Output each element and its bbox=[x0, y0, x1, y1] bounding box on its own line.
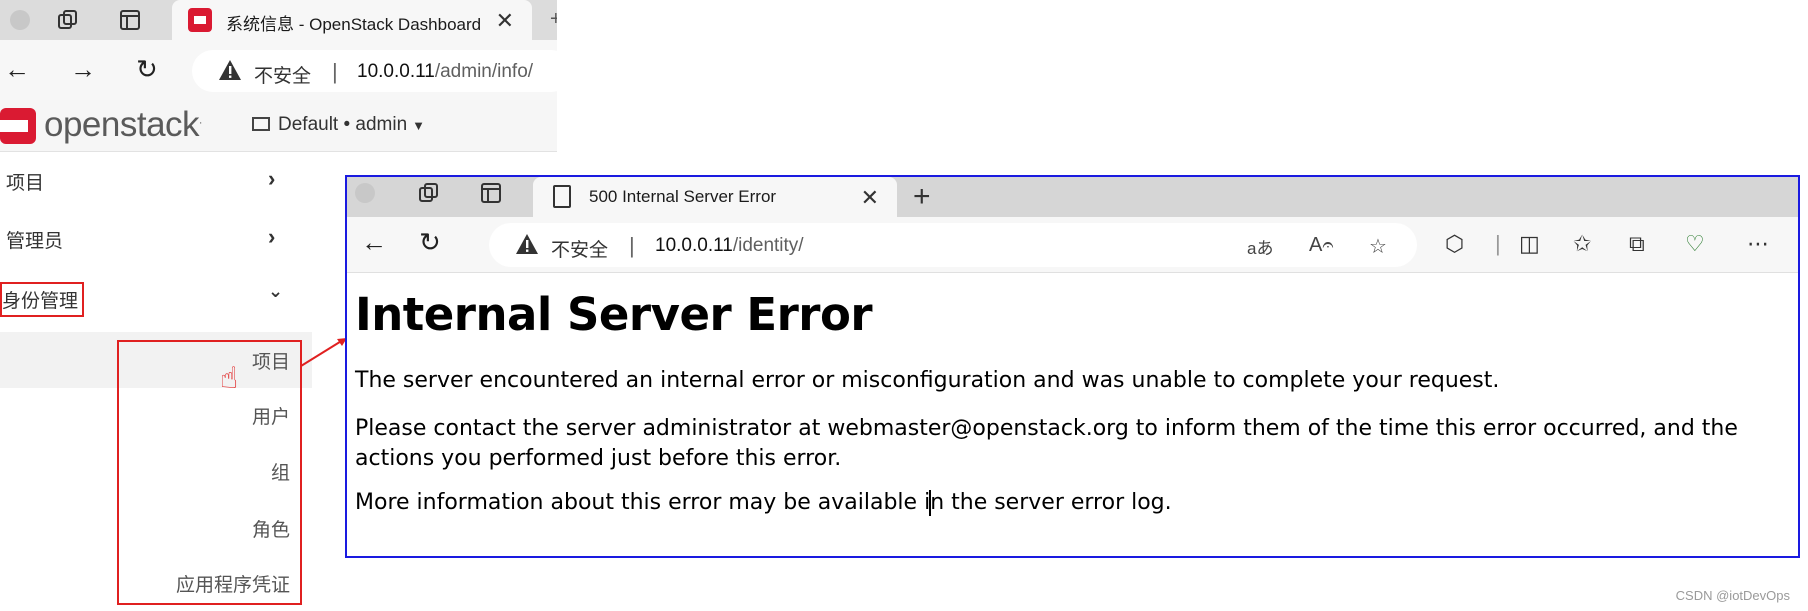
favorite-star-icon[interactable]: ☆ bbox=[1369, 234, 1387, 259]
back-button[interactable]: ← bbox=[361, 227, 387, 258]
sidebar-item-identity[interactable]: 身份管理 ⌄ bbox=[0, 269, 312, 325]
openstack-logo-text[interactable]: openstack. bbox=[44, 105, 202, 145]
tab-system-info[interactable]: 系统信息 - OpenStack Dashboard ✕ bbox=[172, 0, 532, 40]
more-menu-icon[interactable]: ⋯ bbox=[1747, 231, 1769, 257]
tab-title: 500 Internal Server Error bbox=[589, 187, 777, 206]
highlight-box-submenu bbox=[117, 340, 302, 605]
project-list-icon bbox=[252, 117, 270, 131]
tab-error[interactable]: 500 Internal Server Error ✕ bbox=[533, 177, 897, 217]
insecure-label: 不安全 bbox=[551, 240, 609, 261]
watermark: CSDN @iotDevOps bbox=[1675, 588, 1790, 603]
warning-icon[interactable] bbox=[218, 59, 242, 81]
translate-icon[interactable]: aあ bbox=[1247, 234, 1273, 259]
sidebar-item-admin[interactable]: 管理员 › bbox=[0, 211, 312, 267]
collections-icon[interactable]: ⧉ bbox=[1629, 231, 1645, 257]
error-paragraph-2: Please contact the server administrator … bbox=[355, 416, 1738, 471]
url-separator: | bbox=[629, 233, 635, 258]
close-tab-icon[interactable]: ✕ bbox=[496, 8, 514, 34]
url-separator: | bbox=[332, 59, 338, 84]
chevron-down-icon: ⌄ bbox=[268, 281, 284, 301]
sidebar-item-label: 身份管理 bbox=[0, 282, 85, 317]
profile-icon[interactable] bbox=[353, 181, 377, 205]
forward-button[interactable]: → bbox=[70, 54, 96, 85]
address-field[interactable]: 不安全 | 10.0.0.11/identity/ aあ A𝄐 ☆ bbox=[489, 223, 1417, 267]
error-paragraph-3: More information about this error may be… bbox=[355, 490, 1172, 516]
caret-down-icon: ▼ bbox=[412, 118, 426, 133]
split-screen-icon[interactable]: ◫ bbox=[1519, 231, 1540, 257]
url-text: 10.0.0.11/identity/ bbox=[655, 235, 804, 256]
left-address-bar: ← → ↻ 不安全 | 10.0.0.11/admin/info/ bbox=[0, 40, 557, 100]
close-tab-icon[interactable]: ✕ bbox=[861, 185, 879, 211]
openstack-header: openstack. Default • admin ▼ bbox=[0, 100, 557, 152]
sidebar-item-label: 项目 bbox=[6, 173, 45, 194]
url-text: 10.0.0.11/admin/info/ bbox=[357, 61, 534, 82]
address-field[interactable]: 不安全 | 10.0.0.11/admin/info/ bbox=[192, 50, 557, 92]
hand-pointer-icon: ☝ bbox=[220, 362, 239, 395]
openstack-favicon-icon bbox=[188, 8, 212, 32]
left-tab-bar: 系统信息 - OpenStack Dashboard ✕ + bbox=[0, 0, 557, 40]
chevron-right-icon: › bbox=[268, 224, 276, 249]
profile-icon[interactable] bbox=[8, 8, 32, 32]
workspaces-icon[interactable] bbox=[56, 8, 80, 32]
error-browser-window: 500 Internal Server Error ✕ + ← ↻ 不安全 | … bbox=[345, 175, 1800, 558]
openstack-logo-icon[interactable] bbox=[0, 108, 36, 144]
insecure-label: 不安全 bbox=[254, 66, 312, 87]
page-title: Internal Server Error bbox=[355, 288, 873, 341]
right-address-bar: ← ↻ 不安全 | 10.0.0.11/identity/ aあ A𝄐 ☆ ⬡ … bbox=[347, 217, 1798, 273]
new-tab-button[interactable]: + bbox=[550, 8, 557, 31]
read-aloud-icon[interactable]: A𝄐 bbox=[1309, 234, 1333, 257]
project-selector[interactable]: Default • admin ▼ bbox=[252, 114, 425, 136]
warning-icon[interactable] bbox=[515, 233, 539, 255]
error-paragraph-1: The server encountered an internal error… bbox=[355, 368, 1500, 393]
chevron-right-icon: › bbox=[268, 166, 276, 191]
extensions-icon[interactable]: ⬡ bbox=[1445, 231, 1464, 257]
error-page: Internal Server Error The server encount… bbox=[347, 274, 1798, 556]
tab-title: 系统信息 - OpenStack Dashboard bbox=[226, 15, 481, 34]
document-icon bbox=[553, 185, 571, 208]
toolbar-divider: | bbox=[1495, 231, 1501, 256]
back-button[interactable]: ← bbox=[4, 54, 30, 85]
reload-button[interactable]: ↻ bbox=[136, 54, 158, 85]
browser-essentials-icon[interactable]: ♡ bbox=[1685, 231, 1705, 257]
workspaces-icon[interactable] bbox=[417, 181, 441, 205]
tab-actions-icon[interactable] bbox=[118, 8, 142, 32]
new-tab-button[interactable]: + bbox=[913, 180, 931, 214]
sidebar-item-project[interactable]: 项目 › bbox=[0, 153, 312, 209]
sidebar-item-label: 管理员 bbox=[6, 231, 64, 252]
reload-button[interactable]: ↻ bbox=[419, 227, 441, 258]
right-tab-bar: 500 Internal Server Error ✕ + bbox=[347, 177, 1798, 217]
favorites-icon[interactable]: ✩ bbox=[1573, 231, 1591, 257]
tab-actions-icon[interactable] bbox=[479, 181, 503, 205]
